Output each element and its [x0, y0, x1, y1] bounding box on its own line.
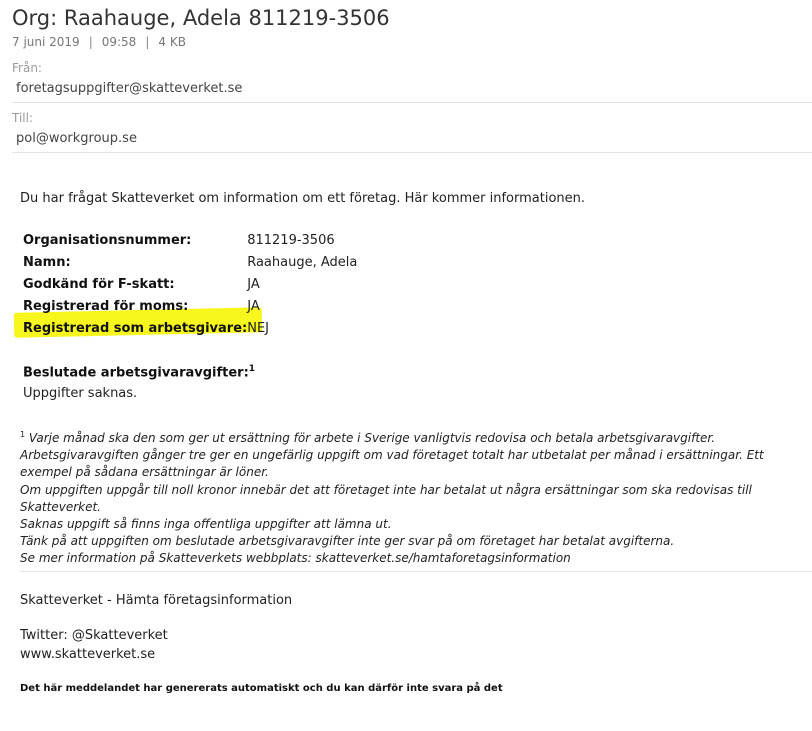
header-divider [12, 102, 812, 103]
footer-website[interactable]: www.skatteverket.se [20, 647, 155, 662]
field-value: JA [247, 298, 260, 314]
footnote: 1 Varje månad ska den som ger ut ersättn… [20, 426, 805, 568]
email-size: 4 KB [158, 35, 186, 49]
to-label: Till: [12, 111, 34, 125]
email-date: 7 juni 2019 [12, 35, 80, 49]
footnote-line: Om uppgiften uppgår till noll kronor inn… [20, 482, 752, 514]
field-label: Organisationsnummer: [23, 232, 192, 248]
footnote-line: Saknas uppgift så finns inga offentliga … [20, 517, 392, 532]
meta-separator: | [88, 35, 93, 49]
to-address[interactable]: pol@workgroup.se [16, 131, 137, 146]
field-label: Namn: [23, 254, 71, 270]
footnote-line: Se mer information på Skatteverkets webb… [20, 551, 571, 566]
field-value: 811219-3506 [247, 232, 335, 248]
section-value: Uppgifter saknas. [23, 386, 138, 401]
email-time: 09:58 [101, 35, 137, 49]
info-row: Namn: Raahauge, Adela [20, 251, 357, 273]
info-row: Godkänd för F-skatt: JA [20, 273, 357, 295]
section-title: Beslutade arbetsgivaravgifter:1 [23, 364, 255, 380]
footer-title: Skatteverket - Hämta företagsinformation [20, 593, 293, 608]
header-divider [12, 152, 812, 153]
footnote-line: Arbetsgivaravgiften gånger tre ger en un… [20, 448, 764, 480]
from-label: Från: [12, 61, 42, 75]
field-label: Godkänd för F-skatt: [23, 276, 175, 292]
meta-separator: | [145, 35, 150, 49]
info-row: Organisationsnummer: 811219-3506 [20, 229, 357, 251]
footnote-ref: 1 [248, 364, 256, 374]
footnote-text: Varje månad ska den som ger ut ersättnin… [25, 431, 716, 445]
footnote-line: Tänk på att uppgiften om beslutade arbet… [20, 534, 675, 549]
info-row: Registrerad för moms: JA [20, 295, 357, 317]
email-subject: Org: Raahauge, Adela 811219-3506 [12, 6, 390, 30]
section-title-text: Beslutade arbetsgivaravgifter: [23, 365, 249, 381]
field-label: Registrerad som arbetsgivare: [23, 320, 248, 336]
footnote-line: 1 Varje månad ska den som ger ut ersättn… [20, 426, 805, 447]
email-meta: 7 juni 2019 | 09:58 | 4 KB [12, 35, 186, 49]
info-row: Registrerad som arbetsgivare: NEJ [20, 317, 357, 339]
footer-twitter: Twitter: @Skatteverket [20, 628, 168, 643]
info-table: Organisationsnummer: 811219-3506 Namn: R… [20, 229, 357, 339]
footer-divider [20, 571, 812, 572]
field-value: Raahauge, Adela [247, 254, 358, 270]
from-address[interactable]: foretagsuppgifter@skatteverket.se [16, 81, 242, 96]
field-value: JA [247, 276, 260, 292]
intro-text: Du har frågat Skatteverket om informatio… [20, 191, 586, 206]
field-value: NEJ [247, 320, 269, 336]
field-label: Registrerad för moms: [23, 298, 189, 314]
auto-generated-note: Det här meddelandet har genererats autom… [20, 683, 503, 694]
